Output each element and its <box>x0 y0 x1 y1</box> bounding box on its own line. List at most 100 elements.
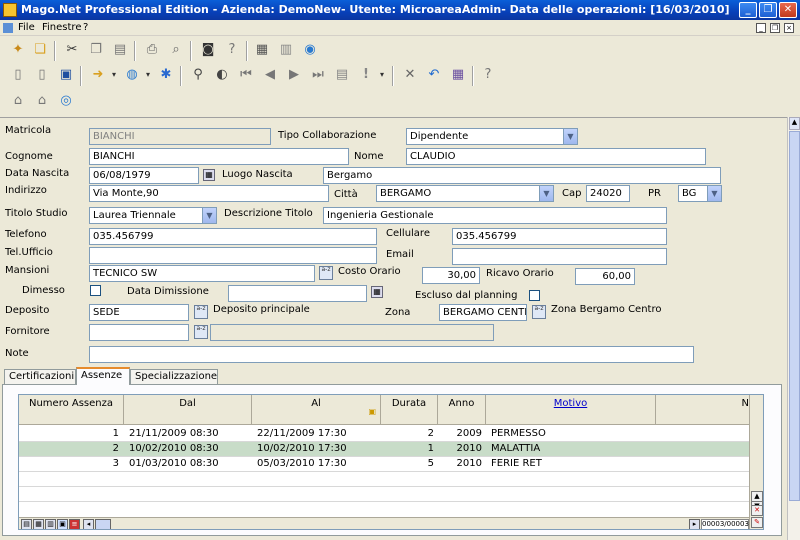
exclamation-dropdown-icon[interactable]: ▾ <box>372 65 392 85</box>
note-field[interactable] <box>89 346 694 363</box>
scroll-left-icon[interactable]: ◂ <box>83 519 94 529</box>
mdi-restore-icon[interactable]: ❐ <box>770 23 780 33</box>
documents-icon[interactable]: ▥ <box>276 40 296 60</box>
ricavo-orario-field[interactable]: 60,00 <box>575 268 635 285</box>
table-row-empty[interactable] <box>19 472 763 487</box>
dimesso-checkbox[interactable] <box>90 285 101 296</box>
previous-record-icon[interactable]: ◀ <box>260 65 280 85</box>
matricola-field[interactable]: BIANCHI <box>89 128 271 145</box>
export-dropdown-icon[interactable]: ▾ <box>104 65 124 85</box>
close-button[interactable]: ✕ <box>779 2 797 18</box>
zona-field[interactable]: BERGAMO CENTF <box>439 304 527 321</box>
calendar-icon[interactable]: ▦ <box>371 286 383 298</box>
settings-icon[interactable]: ✱ <box>156 65 176 85</box>
escluso-planning-checkbox[interactable] <box>529 290 540 301</box>
mansioni-lookup-icon[interactable]: a-z <box>319 266 333 280</box>
grid-doc-icon[interactable]: ▥ <box>45 519 56 529</box>
cognome-field[interactable]: BIANCHI <box>89 148 349 165</box>
delete-record-icon[interactable]: ▤ <box>332 65 352 85</box>
cap-field[interactable]: 24020 <box>586 185 630 202</box>
column-n[interactable]: N <box>656 395 751 425</box>
open-icon[interactable]: ❏ <box>30 40 50 60</box>
edit-document-icon[interactable]: ▯ <box>32 65 52 85</box>
indirizzo-field[interactable]: Via Monte,90 <box>89 185 329 202</box>
network-icon[interactable]: ◎ <box>56 91 76 111</box>
maximize-button[interactable]: ❐ <box>759 2 777 18</box>
telefono-field[interactable]: 035.456799 <box>89 228 377 245</box>
tel-ufficio-field[interactable] <box>89 247 377 264</box>
column-numero-assenza[interactable]: Numero Assenza <box>19 395 124 425</box>
calendar-icon[interactable]: ▦ <box>252 40 272 60</box>
column-durata[interactable]: Durata <box>381 395 438 425</box>
camera-icon[interactable]: ◙ <box>198 40 218 60</box>
titolo-studio-select[interactable]: Laurea Triennale ▼ <box>89 207 217 224</box>
scroll-right-icon[interactable]: ▸ <box>689 519 700 529</box>
table-row[interactable]: 2 10/02/2010 08:30 10/02/2010 17:30 1 20… <box>19 442 763 457</box>
pr-select[interactable]: BG ▼ <box>678 185 722 202</box>
email-field[interactable] <box>452 248 667 265</box>
table-row[interactable]: 3 01/03/2010 08:30 05/03/2010 17:30 5 20… <box>19 457 763 472</box>
data-dimissione-field[interactable] <box>228 285 367 302</box>
document-icon[interactable] <box>3 23 13 33</box>
calendar-icon[interactable]: ▦ <box>203 169 215 181</box>
grid-paste-icon[interactable]: ▦ <box>33 519 44 529</box>
next-record-icon[interactable]: ▶ <box>284 65 304 85</box>
globe-icon[interactable]: ◉ <box>300 40 320 60</box>
deposito-field[interactable]: SEDE <box>89 304 189 321</box>
print-preview-icon[interactable]: ⌕ <box>166 40 186 60</box>
undo-icon[interactable]: ↶ <box>424 65 444 85</box>
horizontal-scroll-thumb[interactable] <box>95 519 111 529</box>
mdi-close-icon[interactable]: × <box>784 23 794 33</box>
column-motivo[interactable]: Motivo <box>486 395 656 425</box>
house-icon[interactable]: ⌂ <box>32 91 52 111</box>
help-icon[interactable]: ? <box>478 65 498 85</box>
scroll-up-icon[interactable]: ▲ <box>789 117 800 130</box>
table-row[interactable]: 1 21/11/2009 08:30 22/11/2009 17:30 2 20… <box>19 427 763 442</box>
save-icon[interactable]: ▣ <box>56 65 76 85</box>
tab-specializzazione[interactable]: Specializzazione <box>130 369 218 385</box>
last-record-icon[interactable]: ⏭ <box>308 65 328 85</box>
menu-finestre[interactable]: Finestre <box>42 22 81 33</box>
tab-certificazioni[interactable]: Certificazioni <box>4 369 76 385</box>
data-nascita-field[interactable]: 06/08/1979 <box>89 167 199 184</box>
new-document-icon[interactable]: ▯ <box>8 65 28 85</box>
paste-icon[interactable]: ▤ <box>110 40 130 60</box>
form-scrollbar[interactable]: ▲ <box>787 117 800 540</box>
chevron-down-icon[interactable]: ▼ <box>539 186 553 201</box>
scroll-thumb[interactable] <box>789 131 800 501</box>
cellulare-field[interactable]: 035.456799 <box>452 228 667 245</box>
deposito-lookup-icon[interactable]: a-z <box>194 305 208 319</box>
chevron-down-icon[interactable]: ▼ <box>202 208 216 223</box>
mdi-minimize-icon[interactable]: _ <box>756 23 766 33</box>
grid-copy-icon[interactable]: ▤ <box>21 519 32 529</box>
report-icon[interactable]: ▦ <box>448 65 468 85</box>
row-delete-icon[interactable]: ✕ <box>751 505 763 516</box>
print-icon[interactable]: ⎙ <box>142 40 162 60</box>
chevron-down-icon[interactable]: ▼ <box>563 129 577 144</box>
cut-icon[interactable]: ✂ <box>62 40 82 60</box>
tab-assenze[interactable]: Assenze <box>76 367 130 385</box>
grid-save-icon[interactable]: ▣ <box>57 519 68 529</box>
copy-icon[interactable]: ❐ <box>86 40 106 60</box>
chevron-down-icon[interactable]: ▼ <box>707 186 721 201</box>
column-al[interactable]: Al ▣ <box>252 395 381 425</box>
binoculars-icon[interactable]: ◐ <box>212 65 232 85</box>
minimize-button[interactable]: _ <box>739 2 757 18</box>
fornitore-field[interactable] <box>89 324 189 341</box>
cancel-icon[interactable]: ✕ <box>400 65 420 85</box>
citta-select[interactable]: BERGAMO ▼ <box>376 185 554 202</box>
tipo-collaborazione-select[interactable]: Dipendente ▼ <box>406 128 578 145</box>
column-dal[interactable]: Dal <box>124 395 252 425</box>
search-icon[interactable]: ⚲ <box>188 65 208 85</box>
costo-orario-field[interactable]: 30,00 <box>422 267 480 284</box>
menu-file[interactable]: File <box>18 22 35 33</box>
query-dropdown-icon[interactable]: ▾ <box>138 65 158 85</box>
home-icon[interactable]: ⌂ <box>8 91 28 111</box>
nome-field[interactable]: CLAUDIO <box>406 148 706 165</box>
new-icon[interactable]: ✦ <box>8 40 28 60</box>
descrizione-titolo-field[interactable]: Ingenieria Gestionale <box>323 207 667 224</box>
table-row-empty[interactable] <box>19 487 763 502</box>
fornitore-lookup-icon[interactable]: a-z <box>194 325 208 339</box>
luogo-nascita-field[interactable]: Bergamo <box>323 167 721 184</box>
help-icon[interactable]: ? <box>222 40 242 60</box>
